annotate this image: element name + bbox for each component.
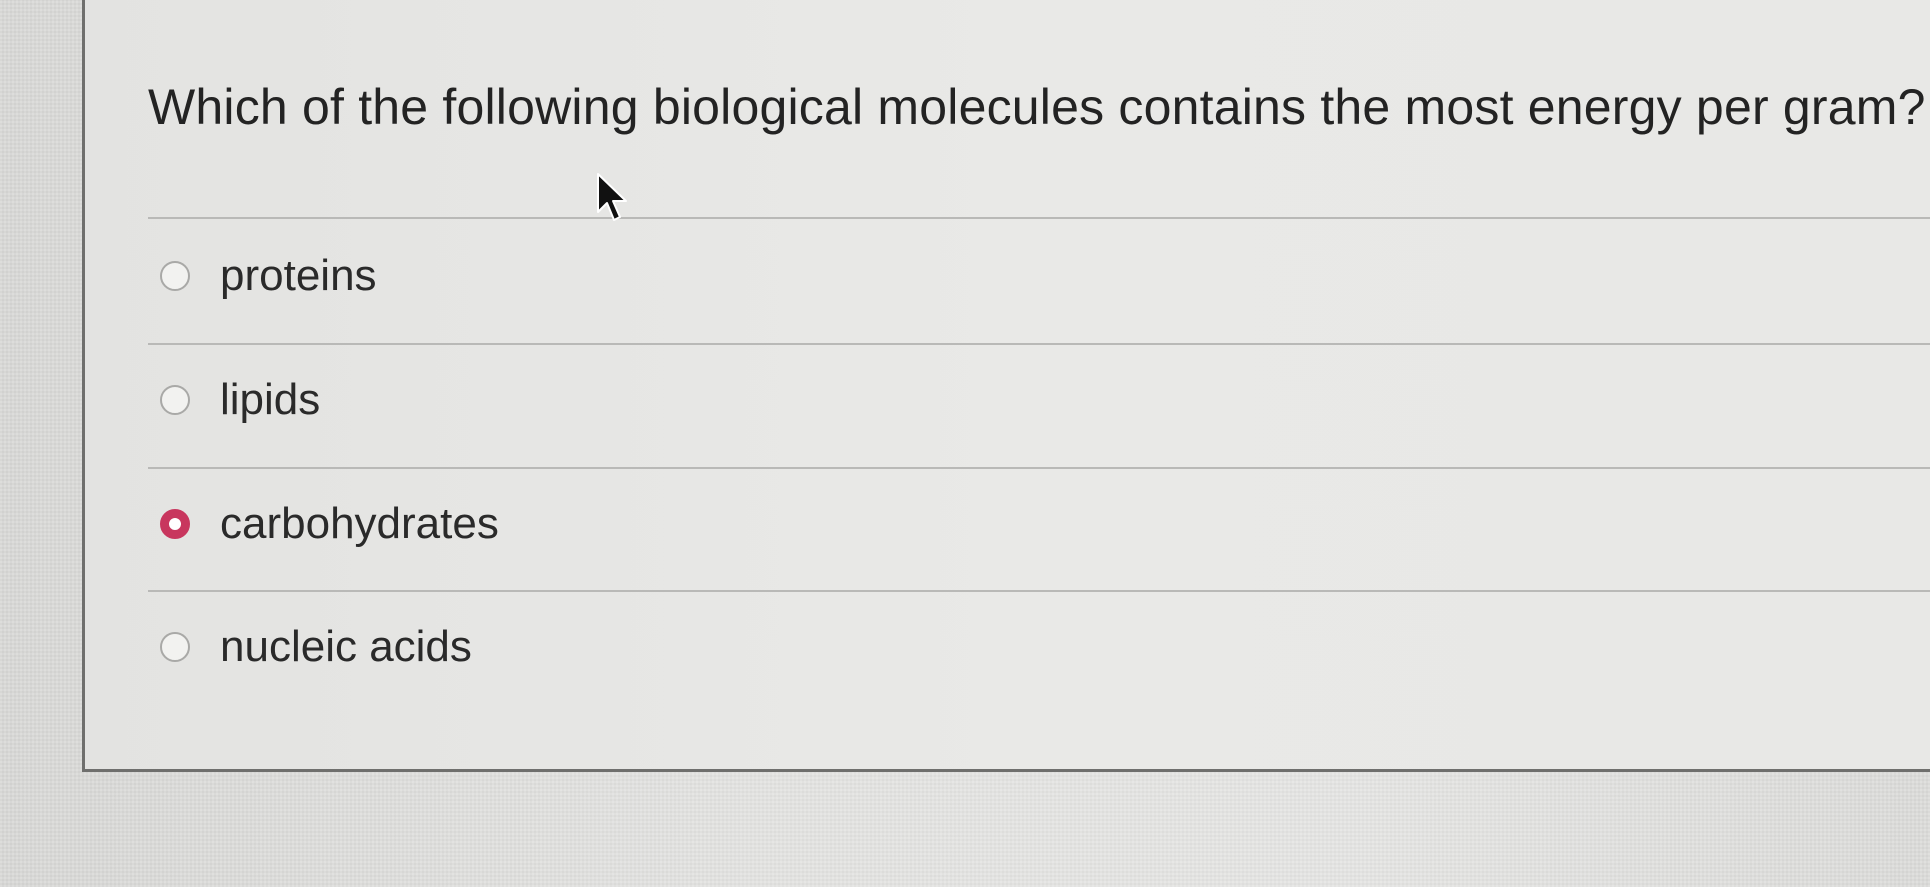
- option-carbohydrates[interactable]: carbohydrates: [160, 494, 499, 554]
- question-text: Which of the following biological molecu…: [148, 79, 1926, 135]
- option-nucleic-acids[interactable]: nucleic acids: [160, 617, 472, 677]
- radio-button[interactable]: [160, 385, 190, 415]
- radio-button[interactable]: [160, 632, 190, 662]
- radio-button[interactable]: [160, 261, 190, 291]
- option-lipids[interactable]: lipids: [160, 370, 320, 430]
- divider: [148, 217, 1930, 219]
- option-proteins[interactable]: proteins: [160, 246, 377, 306]
- option-label: nucleic acids: [220, 622, 472, 671]
- divider: [148, 590, 1930, 592]
- option-label: carbohydrates: [220, 499, 499, 548]
- option-label: proteins: [220, 251, 377, 300]
- divider: [148, 467, 1930, 469]
- radio-button-selected[interactable]: [160, 509, 190, 539]
- option-label: lipids: [220, 375, 321, 424]
- mouse-pointer-icon: [597, 173, 627, 221]
- divider: [148, 343, 1930, 345]
